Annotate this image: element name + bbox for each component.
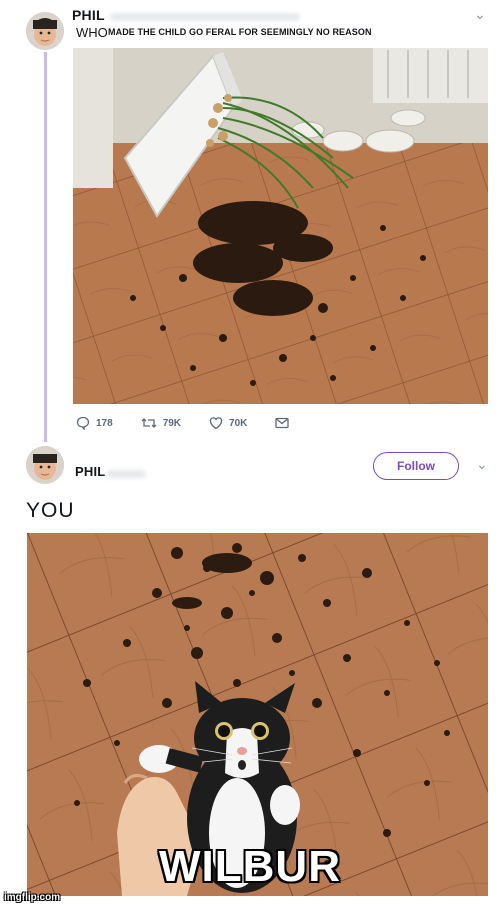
chevron-down-icon[interactable]: ⌄ xyxy=(474,6,486,23)
follow-button[interactable]: Follow xyxy=(373,452,459,480)
reply-icon xyxy=(76,416,90,430)
tweet-photo[interactable] xyxy=(73,48,488,404)
message-button[interactable] xyxy=(275,417,290,429)
meme-caption: WILBUR xyxy=(159,842,341,891)
reply-handle-blurred xyxy=(106,470,146,478)
reply-chevron-down-icon[interactable]: ⌄ xyxy=(476,456,488,473)
retweet-button[interactable]: 79K xyxy=(141,416,181,430)
tweet-caption: MADE THE CHILD GO FERAL FOR SEEMINGLY NO… xyxy=(108,27,372,37)
avatar[interactable] xyxy=(26,12,64,50)
reply-avatar[interactable] xyxy=(26,446,64,484)
author-name[interactable]: PHIL xyxy=(72,7,105,23)
tweet-prefix: WHO xyxy=(76,25,108,40)
retweet-icon xyxy=(141,418,157,428)
like-count: 70K xyxy=(229,417,248,429)
like-button[interactable]: 70K xyxy=(209,416,247,430)
watermark: imgflip.com xyxy=(4,892,61,903)
retweet-count: 79K xyxy=(162,417,182,429)
reply-button[interactable]: 178 xyxy=(76,416,113,430)
envelope-icon xyxy=(275,417,290,429)
reply-text: YOU xyxy=(26,499,75,522)
tweet-actions: 178 79K 70K xyxy=(76,414,376,432)
handle-blurred xyxy=(110,13,300,21)
thread-line xyxy=(44,52,47,442)
heart-icon xyxy=(209,417,223,430)
reply-author-name[interactable]: PHIL xyxy=(75,464,105,479)
reply-count: 178 xyxy=(96,417,113,429)
